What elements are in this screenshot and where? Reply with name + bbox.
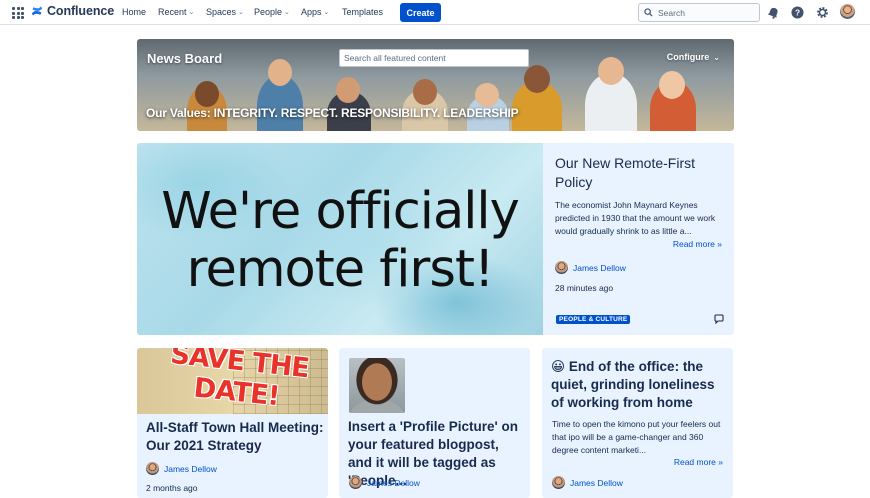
featured-image-line-2: remote first! xyxy=(186,240,495,299)
company-values: Our Values: INTEGRITY. RESPECT. RESPONSI… xyxy=(146,106,519,120)
global-search[interactable] xyxy=(638,3,760,22)
featured-search-input[interactable] xyxy=(339,49,529,67)
double-chevron-right-icon: » xyxy=(717,239,722,249)
author-avatar xyxy=(349,476,362,489)
nav-spaces-label: Spaces xyxy=(206,7,237,17)
confluence-logo-icon xyxy=(31,6,43,16)
read-more-label: Read more xyxy=(673,457,716,467)
featured-image[interactable]: We're officially remote first! xyxy=(137,143,543,335)
author-avatar xyxy=(555,261,568,274)
chevron-down-icon: ⌄ xyxy=(238,9,244,16)
featured-details: Our New Remote-First Policy The economis… xyxy=(543,143,734,335)
nav-recent[interactable]: Recent ⌄ xyxy=(158,7,194,17)
featured-image-line-1: We're officially xyxy=(161,182,520,241)
news-board-banner: News Board Configure ⌄ Our Values: INTEG… xyxy=(137,39,734,131)
featured-image-text: We're officially remote first! xyxy=(137,183,543,299)
app-switcher-icon[interactable] xyxy=(12,7,24,19)
top-navigation: Confluence Home Recent ⌄ Spaces ⌄ People… xyxy=(0,0,870,25)
nav-people-label: People xyxy=(254,7,283,17)
nav-templates[interactable]: Templates xyxy=(342,7,383,17)
search-input[interactable] xyxy=(658,7,748,18)
read-more-label: Read more xyxy=(672,239,715,249)
create-button[interactable]: Create xyxy=(400,3,441,22)
post-author[interactable]: James Dellow xyxy=(552,476,623,489)
save-the-date-text: SAVE THE DATE! xyxy=(169,348,311,413)
help-icon[interactable]: ? xyxy=(791,6,804,19)
save-the-date-image[interactable]: SAVE THE DATE! xyxy=(137,348,328,414)
post-time: 2 months ago xyxy=(146,483,198,493)
confluence-logo[interactable]: Confluence xyxy=(31,4,114,18)
configure-dropdown[interactable]: Configure ⌄ xyxy=(667,52,720,62)
chevron-down-icon: ⌄ xyxy=(713,52,720,62)
svg-text:?: ? xyxy=(795,8,800,18)
chevron-down-icon: ⌄ xyxy=(284,9,290,16)
category-tag[interactable]: PEOPLE & CULTURE xyxy=(556,315,631,324)
comment-icon[interactable] xyxy=(714,314,724,324)
bell-icon[interactable] xyxy=(767,6,780,19)
double-chevron-right-icon: » xyxy=(718,457,723,467)
post-author[interactable]: James Dellow xyxy=(146,462,217,475)
configure-label: Configure xyxy=(666,52,710,62)
read-more-link[interactable]: Read more » xyxy=(674,457,723,467)
user-avatar[interactable] xyxy=(840,4,855,19)
chevron-down-icon: ⌄ xyxy=(323,9,330,16)
author-name: James Dellow xyxy=(573,262,626,273)
nav-home[interactable]: Home xyxy=(122,7,146,17)
post-card[interactable]: 😀 End of the office: the quiet, grinding… xyxy=(542,348,733,498)
nav-apps-label: Apps xyxy=(301,7,322,17)
author-avatar xyxy=(552,476,565,489)
profile-picture[interactable] xyxy=(349,358,405,413)
nav-spaces[interactable]: Spaces ⌄ xyxy=(206,7,244,17)
featured-author[interactable]: James Dellow xyxy=(555,261,722,274)
nav-home-label: Home xyxy=(122,7,147,17)
featured-title[interactable]: Our New Remote-First Policy xyxy=(555,154,722,192)
author-avatar xyxy=(146,462,159,475)
featured-time: 28 minutes ago xyxy=(555,283,614,293)
nav-people[interactable]: People ⌄ xyxy=(254,7,290,17)
nav-templates-label: Templates xyxy=(342,7,384,17)
search-icon xyxy=(644,8,653,17)
author-name: James Dellow xyxy=(164,463,217,474)
nav-recent-label: Recent xyxy=(158,7,187,17)
author-name: James Dellow xyxy=(570,477,623,488)
post-excerpt: Time to open the kimono put your feelers… xyxy=(552,419,721,455)
post-title[interactable]: All-Staff Town Hall Meeting: Our 2021 St… xyxy=(146,419,324,455)
gear-icon[interactable] xyxy=(816,6,829,19)
post-author[interactable]: James Dellow xyxy=(349,476,420,489)
chevron-down-icon: ⌄ xyxy=(188,9,195,16)
post-card[interactable]: SAVE THE DATE! All-Staff Town Hall Meeti… xyxy=(137,348,328,498)
author-name: James Dellow xyxy=(367,477,420,488)
news-board-title: News Board xyxy=(147,51,223,66)
featured-excerpt: The economist John Maynard Keynes predic… xyxy=(555,200,716,236)
read-more-link[interactable]: Read more » xyxy=(555,239,722,249)
nav-apps[interactable]: Apps ⌄ xyxy=(301,7,329,17)
post-title[interactable]: 😀 End of the office: the quiet, grinding… xyxy=(551,358,729,412)
featured-post[interactable]: We're officially remote first! Our New R… xyxy=(137,143,734,335)
post-card[interactable]: Insert a 'Profile Picture' on your featu… xyxy=(339,348,530,498)
app-name: Confluence xyxy=(47,4,115,18)
